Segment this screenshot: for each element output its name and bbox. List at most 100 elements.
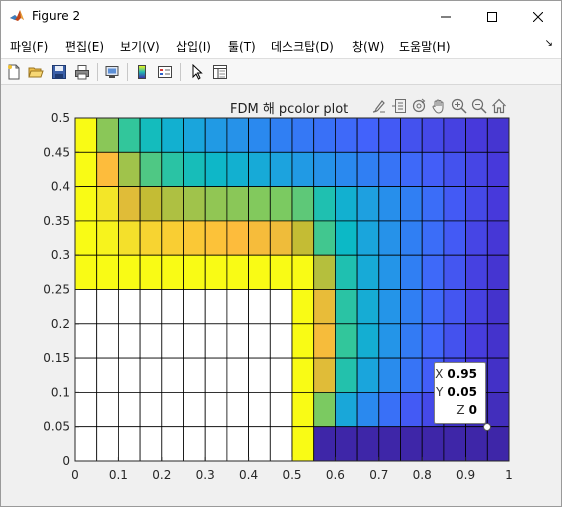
zoom-in-button[interactable] — [449, 96, 469, 116]
pcolor-cell — [443, 220, 466, 256]
menu-help[interactable]: 도움말(H) — [399, 38, 451, 55]
menu-tools[interactable]: 툴(T) — [228, 38, 256, 55]
pcolor-cell — [161, 289, 184, 325]
pcolor-cell — [291, 220, 315, 256]
pcolor-cell — [378, 117, 401, 153]
property-inspector-button[interactable] — [210, 62, 230, 82]
pcolor-cell — [96, 323, 119, 359]
zoom-out-icon — [471, 98, 487, 114]
toolbar-separator — [97, 63, 98, 81]
home-button[interactable] — [489, 96, 509, 116]
pcolor-plot[interactable]: 0 0.1 0.2 0.3 0.4 0.5 0.6 0.7 0.8 0.9 1 0 0.05 0.1 0.… — [1, 86, 561, 506]
insert-colorbar-button[interactable] — [132, 62, 152, 82]
pcolor-cell — [183, 220, 206, 256]
figure-toolbar — [1, 58, 561, 85]
menu-desktop[interactable]: 데스크탑(D) — [271, 38, 334, 55]
menu-insert[interactable]: 삽입(I) — [176, 38, 211, 55]
pcolor-cell — [118, 254, 141, 290]
maximize-button[interactable] — [469, 1, 515, 32]
y-tick-label: 0.05 — [43, 420, 70, 434]
pcolor-cell — [248, 186, 271, 222]
edit-plot-pointer-icon — [192, 64, 203, 80]
pcolor-cell — [356, 117, 380, 153]
pcolor-cell — [74, 357, 98, 393]
pcolor-cell — [356, 426, 380, 462]
new-figure-button[interactable] — [4, 62, 24, 82]
pcolor-cell — [400, 289, 423, 325]
datatip-x-label: X — [435, 367, 444, 381]
pcolor-cell — [248, 323, 271, 359]
pcolor-cell — [378, 357, 401, 393]
minimize-button[interactable] — [423, 1, 469, 32]
pan-button[interactable] — [429, 96, 449, 116]
menu-overflow-arrow-icon[interactable]: ↘ — [545, 38, 553, 49]
pcolor-cell — [443, 289, 466, 325]
open-file-button[interactable] — [26, 62, 46, 82]
pcolor-cell — [248, 289, 271, 325]
pcolor-cell — [334, 357, 358, 393]
edit-plot-pointer-button[interactable] — [187, 62, 207, 82]
pcolor-cell — [443, 426, 466, 462]
pcolor-cell — [400, 220, 423, 256]
pcolor-cell — [118, 220, 141, 256]
pcolor-cell — [313, 220, 336, 256]
pcolor-cell — [421, 151, 445, 188]
pcolor-cell — [465, 151, 488, 188]
pcolor-cell — [465, 220, 488, 256]
datatip-marker[interactable] — [483, 423, 491, 431]
pcolor-cell — [465, 426, 488, 462]
toolbar-separator — [180, 63, 181, 81]
save-button[interactable] — [49, 62, 69, 82]
data-tip[interactable]: X 0.95 Y 0.05 Z0 — [434, 362, 486, 424]
pcolor-cell — [226, 186, 249, 222]
menu-view[interactable]: 보기(V) — [120, 38, 160, 55]
pcolor-cell — [118, 357, 141, 393]
link-plot-button[interactable] — [102, 62, 122, 82]
x-tick-label: 0.6 — [326, 468, 345, 482]
toolbar-separator — [127, 63, 128, 81]
pcolor-cell — [465, 323, 488, 359]
pcolor-cell — [291, 186, 315, 222]
data-tip-button[interactable] — [389, 96, 409, 116]
pcolor-cell — [378, 186, 401, 222]
pcolor-cell — [465, 186, 488, 222]
pcolor-cell — [139, 391, 163, 428]
pcolor-cell — [161, 151, 184, 188]
menu-window[interactable]: 창(W) — [352, 38, 384, 55]
pcolor-cell — [118, 323, 141, 359]
pcolor-cell — [161, 254, 184, 290]
rotate-button[interactable] — [409, 96, 429, 116]
pcolor-cell — [356, 391, 380, 428]
pcolor-cell — [118, 289, 141, 325]
pcolor-cell — [118, 117, 141, 153]
matlab-icon — [9, 8, 25, 24]
datatip-z-row: Z0 — [456, 403, 477, 417]
print-button[interactable] — [72, 62, 92, 82]
pcolor-cell — [334, 186, 358, 222]
y-tick-label: 0.2 — [51, 317, 70, 331]
brush-icon — [372, 100, 385, 113]
menu-file[interactable]: 파일(F) — [10, 38, 48, 55]
pcolor-cell — [161, 220, 184, 256]
rotate-icon — [412, 98, 426, 113]
pcolor-cell — [400, 186, 423, 222]
insert-legend-button[interactable] — [155, 62, 175, 82]
zoom-out-button[interactable] — [469, 96, 489, 116]
pan-icon — [432, 99, 444, 114]
pcolor-cell — [356, 151, 380, 188]
pcolor-cell — [400, 391, 423, 428]
title-bar[interactable]: Figure 2 — [1, 1, 561, 32]
menu-edit[interactable]: 편집(E) — [65, 38, 104, 55]
pcolor-cell — [226, 289, 249, 325]
pcolor-cell — [421, 117, 445, 153]
minimize-icon — [441, 16, 451, 17]
close-button[interactable] — [515, 1, 561, 32]
x-tick-label: 0 — [71, 468, 79, 482]
pcolor-cell — [421, 426, 445, 462]
pcolor-cell — [486, 254, 510, 290]
pcolor-cell — [96, 357, 119, 393]
pcolor-cell — [269, 220, 293, 256]
pcolor-cell — [204, 151, 228, 188]
x-tick-label: 0.7 — [369, 468, 388, 482]
brush-button[interactable] — [369, 96, 389, 116]
